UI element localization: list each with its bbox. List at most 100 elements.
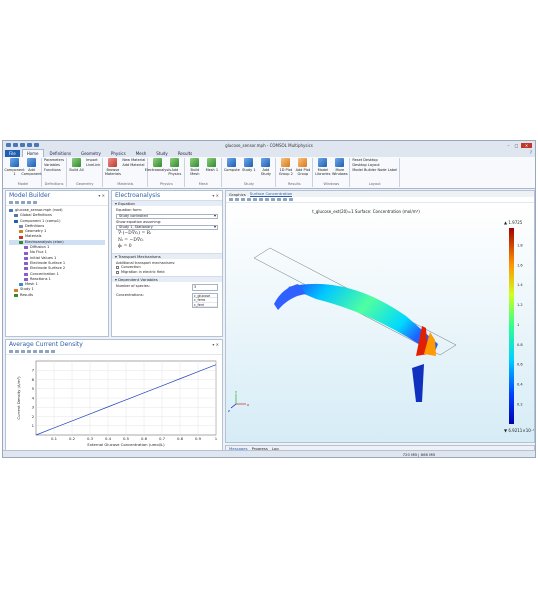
variables-button[interactable]: Variables [44,163,64,167]
y-tick-label: 6 [32,377,35,382]
plot-zoom-box-icon[interactable] [21,350,25,353]
y-tick-label: 3 [32,405,35,410]
ribbon-group-label: Materials [117,182,134,186]
zoom-in-icon[interactable] [229,198,233,201]
memory-status: 720 MB | 866 MB [402,451,435,457]
tree-node-icon [19,240,23,244]
livelink-button[interactable]: LiveLink [86,163,100,167]
x-tick-label: 0.1 [51,436,58,441]
functions-button[interactable]: Functions [44,168,64,172]
equation-form-select[interactable]: Study controlled [116,213,218,219]
select-icon[interactable] [253,198,257,201]
zoom-out-icon[interactable] [235,198,239,201]
window-title: glucose_sensor.mph - COMSOL Multiphysics [225,142,313,148]
settings-title: Electroanalysis [115,192,161,199]
plot-panel-controls-icon[interactable]: ▾ ✕ [212,342,219,347]
panel-controls-icon[interactable]: ▾ ✕ [98,193,105,198]
ribbon-tab-definitions[interactable]: Definitions [46,150,75,157]
add-physics-label: Add Physics [168,168,182,176]
tree-node-results[interactable]: Results [9,293,105,298]
browse-materials-button[interactable]: Browse Materials [105,158,121,182]
plot-camera-icon[interactable] [45,350,49,353]
rotate-icon[interactable] [247,198,251,201]
1d-plot-group-2-label: 1D Plot Group 2 [278,168,293,176]
transparency-icon[interactable] [271,198,275,201]
add-study-button[interactable]: Add Study [258,158,273,182]
add-physics-button[interactable]: Add Physics [167,158,182,182]
colorbar-tick-label: 1 [517,323,519,327]
ribbon-tab-file[interactable]: File [5,150,20,157]
add-material-button[interactable]: Add Material [122,163,145,167]
ribbon-group-label: Physics [159,182,173,186]
colorbar-min: ▼ 6.9211×10⁻⁶ [504,428,535,433]
ribbon-tab-bar: File Home Definitions Geometry Physics Mesh St… [3,149,535,157]
graphics-tab-surface-concentration[interactable]: Surface Concentration [249,191,293,197]
compute-button[interactable]: Compute [224,158,240,182]
model-builder-node-label-button[interactable]: Model Builder Node Label [352,168,397,172]
add-study-icon [261,158,271,167]
new-material-button[interactable]: New Material [122,158,145,162]
more-windows-button[interactable]: More Windows [332,158,348,182]
axis-y-label: y [235,390,237,394]
ribbon-tab-study[interactable]: Study [152,150,172,157]
expand-icon[interactable] [33,201,37,204]
ribbon-tab-geometry[interactable]: Geometry [77,150,105,157]
ribbon-group-label: Windows [323,182,340,186]
view-icon[interactable] [259,198,263,201]
species-row[interactable]: c_ferri [193,303,217,308]
zoom-extents-icon[interactable] [241,198,245,201]
collapse-icon[interactable] [27,201,31,204]
equation-section-label: Equation [118,201,135,206]
forward-icon[interactable] [15,201,19,204]
show-equation-select[interactable]: Study 1, Stationary [116,225,218,231]
reset-desktop-button[interactable]: Reset Desktop [352,158,397,162]
ribbon-tab-home[interactable]: Home [21,149,44,157]
build-all-button[interactable]: Build All [69,158,84,182]
build-mesh-button[interactable]: Build Mesh [187,158,202,182]
parameters-button[interactable]: Parameters [44,158,64,162]
model-libraries-button[interactable]: Model Libraries [315,158,330,182]
plot-zoom-out-icon[interactable] [15,350,19,353]
print-icon[interactable] [289,198,293,201]
mesh-1-button[interactable]: Mesh 1 [204,158,219,182]
plot-grid-icon[interactable] [33,350,37,353]
graphics-tab-graphics[interactable]: Graphics [229,192,246,197]
study-1-button[interactable]: Study 1 [241,158,256,182]
line-chart[interactable]: 1 2 3 4 5 6 7 0.1 0.2 0.3 0.4 0.5 0.6 0.7 0.8 0.9 1 Exter… [6,355,222,451]
electroanalysis-button[interactable]: Electroanalysis [145,158,171,182]
migration-box[interactable] [116,270,119,274]
help-icon[interactable]: ? [530,150,532,155]
migration-checkbox[interactable]: Migration in electric field [116,270,218,275]
y-tick-label: 1 [32,423,35,428]
ribbon-tab-physics[interactable]: Physics [107,150,130,157]
plot-extents-icon[interactable] [27,350,31,353]
num-species-input[interactable]: 3 [192,284,218,292]
migration-label: Migration in electric field [121,269,165,274]
y-tick-label: 5 [32,386,35,391]
scene-light-icon[interactable] [277,198,281,201]
add-component-button[interactable]: Add Component [21,158,42,182]
convection-box[interactable] [116,266,119,270]
wireframe-icon[interactable] [265,198,269,201]
ribbon-tab-mesh[interactable]: Mesh [132,150,151,157]
import-button[interactable]: Import [86,158,100,162]
surface-plot[interactable]: t_glucose_ext(20)=1 Surface: Concentrati… [226,204,535,443]
component-1-button[interactable]: Component 1 [4,158,25,182]
back-icon[interactable] [9,201,13,204]
ribbon-tab-results[interactable]: Results [174,150,196,157]
settings-panel-controls-icon[interactable]: ▾ ✕ [212,193,219,198]
plot-print-icon[interactable] [51,350,55,353]
desktop-layout-button[interactable]: Desktop Layout [352,163,397,167]
electrode-spike-blue [412,364,424,402]
add-plot-group-button[interactable]: Add Plot Group [295,158,310,182]
plot-zoom-in-icon[interactable] [9,350,13,353]
build-all-icon [72,158,82,167]
plot-lock-icon[interactable] [39,350,43,353]
show-icon[interactable] [21,201,25,204]
ribbon-group-layout: Reset Desktop Desktop Layout Model Builder… [350,158,401,187]
colorbar: ▲ 1.9725 ▼ 6.9211×10⁻⁶ 1.8 1.6 1.4 1.2 1 0.8 0… [504,220,535,433]
graphics-canvas[interactable]: t_glucose_ext(20)=1 Surface: Concentrati… [226,204,534,442]
1d-plot-group-2-button[interactable]: 1D Plot Group 2 [278,158,293,182]
camera-icon[interactable] [283,198,287,201]
mesh-1-label: Mesh 1 [205,168,219,172]
